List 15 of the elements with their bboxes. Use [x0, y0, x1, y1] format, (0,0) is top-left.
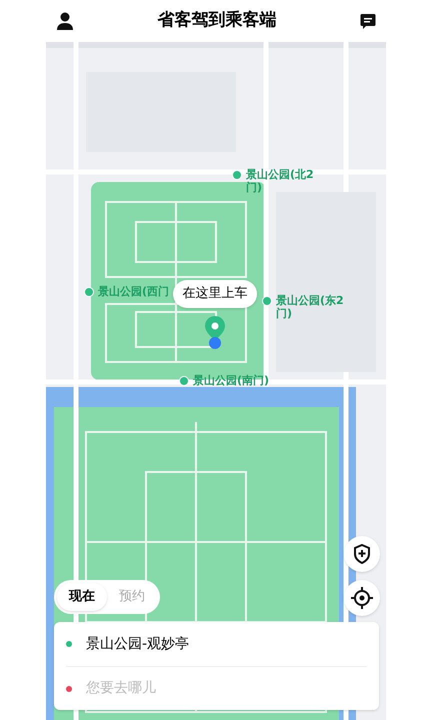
pickup-bubble: 在这里上车: [173, 280, 257, 308]
entrance-label[interactable]: 景山公园(南门): [193, 374, 303, 387]
shield-plus-icon: [353, 544, 371, 564]
message-icon[interactable]: [360, 13, 376, 29]
app-title: 省客驾到乘客端: [158, 9, 276, 32]
locate-icon: [351, 587, 373, 609]
entrance-label[interactable]: 景山公园(西门: [98, 285, 170, 298]
location-pin-icon: [204, 316, 226, 350]
entrance-label[interactable]: 景山公园(北2门): [246, 168, 326, 194]
user-icon[interactable]: [56, 12, 74, 30]
ride-time-tab[interactable]: 现在: [57, 583, 107, 611]
ride-time-tab[interactable]: 预约: [107, 583, 157, 611]
pickup-location[interactable]: 景山公园-观妙亭: [86, 634, 190, 654]
destination-field[interactable]: 您要去哪儿: [86, 678, 367, 699]
entrance-label[interactable]: 景山公园(东2门): [276, 294, 356, 320]
